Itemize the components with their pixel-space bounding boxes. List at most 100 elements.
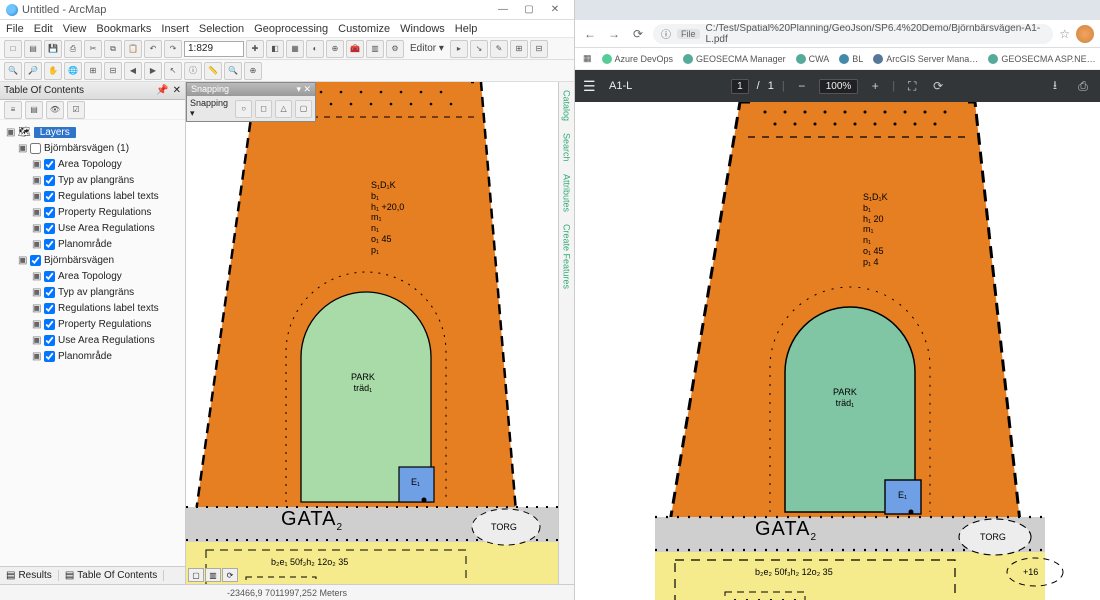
layer-checkbox[interactable]	[44, 159, 55, 170]
layer-label[interactable]: Area Topology	[58, 271, 122, 282]
undo-button[interactable]: ↶	[144, 40, 162, 58]
tab-table-of-contents[interactable]: ▤ Table Of Contents	[59, 570, 165, 581]
twisty-icon[interactable]: ▣	[32, 159, 41, 170]
snap-end-icon[interactable]: ◻	[255, 100, 272, 118]
layer-label[interactable]: Planområde	[58, 239, 112, 250]
forward-button[interactable]: →	[605, 25, 623, 43]
reload-button[interactable]: ⟳	[629, 25, 647, 43]
bookmark-item[interactable]: Azure DevOps	[602, 54, 674, 64]
twisty-icon[interactable]: ▣	[32, 287, 41, 298]
pdf-zoom-in-button[interactable]: +	[866, 77, 884, 95]
maximize-button[interactable]: ▢	[516, 1, 542, 19]
pdf-download-icon[interactable]: ⭳	[1046, 77, 1064, 95]
paste-button[interactable]: 📋	[124, 40, 142, 58]
layer-checkbox[interactable]	[44, 287, 55, 298]
tab-create-features[interactable]: Create Features	[562, 220, 572, 293]
layer-checkbox[interactable]	[44, 223, 55, 234]
menu-file[interactable]: File	[6, 23, 24, 35]
find-icon[interactable]: 🔍	[224, 62, 242, 80]
editor-tool-icon[interactable]: ↘	[470, 40, 488, 58]
scale-input[interactable]: 1:829	[184, 41, 244, 57]
pdf-rotate-icon[interactable]: ⟳	[929, 77, 947, 95]
chrome-tabstrip[interactable]	[575, 0, 1100, 20]
bookmark-item[interactable]: ArcGIS Server Mana…	[873, 54, 978, 64]
pdf-zoom-out-button[interactable]: −	[793, 77, 811, 95]
editor-menu[interactable]: Editor ▾	[406, 43, 448, 54]
layer-checkbox[interactable]	[44, 319, 55, 330]
layers-node[interactable]: Layers	[34, 127, 76, 138]
layer-label[interactable]: Property Regulations	[58, 207, 151, 218]
toc-close-icon[interactable]: ✕	[173, 85, 181, 96]
layer-label[interactable]: Regulations label texts	[58, 191, 159, 202]
layer-label[interactable]: Property Regulations	[58, 319, 151, 330]
layer-checkbox[interactable]	[44, 271, 55, 282]
snap-vertex-icon[interactable]: △	[275, 100, 292, 118]
toolbar-icon[interactable]: ✚	[246, 40, 264, 58]
group-layer-label[interactable]: Björnbärsvägen (1)	[44, 143, 129, 154]
snapping-close-icon[interactable]: ▾ ✕	[296, 84, 311, 95]
goto-xy-icon[interactable]: ⊕	[244, 62, 262, 80]
zoom-in-icon[interactable]: 🔍	[4, 62, 22, 80]
twisty-icon[interactable]: ▣	[18, 255, 27, 266]
toolbar-icon[interactable]: 🧰	[346, 40, 364, 58]
menu-windows[interactable]: Windows	[400, 23, 445, 35]
new-button[interactable]: □	[4, 40, 22, 58]
address-field[interactable]: ⓘ File C:/Test/Spatial%20Planning/GeoJso…	[653, 24, 1053, 44]
menu-bookmarks[interactable]: Bookmarks	[96, 23, 151, 35]
bookmark-item[interactable]: BL	[839, 54, 863, 64]
fixed-zoom-in-icon[interactable]: ⊞	[84, 62, 102, 80]
pdf-menu-icon[interactable]: ☰	[583, 78, 599, 95]
fixed-zoom-out-icon[interactable]: ⊟	[104, 62, 122, 80]
layer-label[interactable]: Planområde	[58, 351, 112, 362]
twisty-icon[interactable]: ▣	[32, 271, 41, 282]
editor-tool-icon[interactable]: ⊟	[530, 40, 548, 58]
snap-point-icon[interactable]: ○	[235, 100, 252, 118]
tab-attributes[interactable]: Attributes	[562, 170, 572, 216]
pdf-fit-icon[interactable]: ⛶	[903, 77, 921, 95]
twisty-icon[interactable]: ▣	[32, 351, 41, 362]
bookmark-item[interactable]: GEOSECMA Manager	[683, 54, 786, 64]
group-layer-label[interactable]: Björnbärsvägen	[44, 255, 114, 266]
layer-checkbox[interactable]	[44, 303, 55, 314]
twisty-icon[interactable]: ▣	[32, 223, 41, 234]
prev-extent-icon[interactable]: ◀	[124, 62, 142, 80]
layer-label[interactable]: Regulations label texts	[58, 303, 159, 314]
layout-view-icon[interactable]: ▥	[205, 568, 221, 582]
list-by-visibility-icon[interactable]: 👁	[46, 101, 64, 119]
layer-label[interactable]: Use Area Regulations	[58, 335, 155, 346]
arcmap-mapview[interactable]: Snapping▾ ✕ Snapping ▾○◻△▢	[186, 82, 574, 584]
bookmark-item[interactable]: GEOSECMA ASP.NE…	[988, 54, 1095, 64]
menu-selection[interactable]: Selection	[199, 23, 244, 35]
snapping-menu[interactable]: Snapping ▾	[190, 98, 232, 119]
data-view-icon[interactable]: ▢	[188, 568, 204, 582]
layer-label[interactable]: Area Topology	[58, 159, 122, 170]
snapping-toolbar[interactable]: Snapping▾ ✕ Snapping ▾○◻△▢	[186, 82, 316, 122]
layer-checkbox[interactable]	[30, 143, 41, 154]
menu-view[interactable]: View	[63, 23, 87, 35]
pdf-page-current[interactable]: 1	[731, 79, 749, 94]
editor-tool-icon[interactable]: ▸	[450, 40, 468, 58]
menu-customize[interactable]: Customize	[338, 23, 390, 35]
save-button[interactable]: 💾	[44, 40, 62, 58]
layer-checkbox[interactable]	[44, 351, 55, 362]
close-button[interactable]: ✕	[542, 1, 568, 19]
list-by-selection-icon[interactable]: ☑	[67, 101, 85, 119]
toolbar-icon[interactable]: ▦	[286, 40, 304, 58]
layer-label[interactable]: Typ av plangräns	[58, 175, 134, 186]
bookmark-item[interactable]: CWA	[796, 54, 830, 64]
pan-icon[interactable]: ✋	[44, 62, 62, 80]
minimize-button[interactable]: —	[490, 1, 516, 19]
print-button[interactable]: ⎙	[64, 40, 82, 58]
twisty-icon[interactable]: ▣	[32, 191, 41, 202]
bookmark-star-icon[interactable]: ☆	[1059, 27, 1070, 41]
tab-results[interactable]: ▤ Results	[0, 570, 59, 581]
identify-icon[interactable]: ⓘ	[184, 62, 202, 80]
snap-edge-icon[interactable]: ▢	[295, 100, 312, 118]
pdf-print-icon[interactable]: ⎙	[1074, 77, 1092, 95]
layer-label[interactable]: Typ av plangräns	[58, 287, 134, 298]
copy-button[interactable]: ⧉	[104, 40, 122, 58]
menu-insert[interactable]: Insert	[161, 23, 189, 35]
pdf-viewport[interactable]: S₁D₁Kb₁h₁ 20m₁n₁o₁ 45p₁ 4 PARKträd₁ E₁ G…	[575, 102, 1100, 600]
menu-edit[interactable]: Edit	[34, 23, 53, 35]
layer-checkbox[interactable]	[44, 175, 55, 186]
